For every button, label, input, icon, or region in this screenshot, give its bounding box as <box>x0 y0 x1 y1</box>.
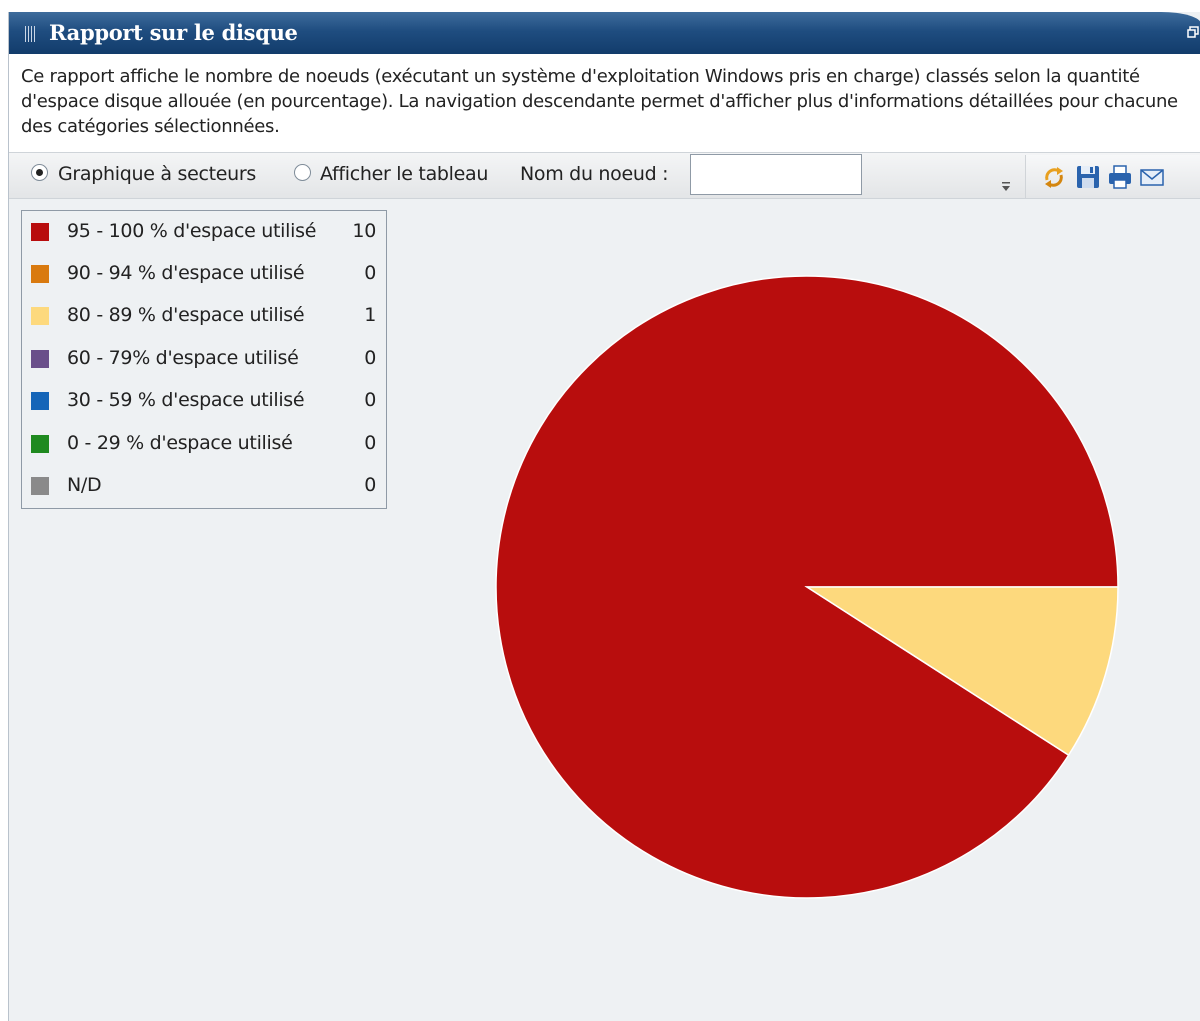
legend-item[interactable]: 0 - 29 % d'espace utilisé 0 <box>22 429 386 459</box>
legend-swatch <box>31 223 49 241</box>
pie-chart[interactable] <box>487 267 1127 907</box>
legend-count: 1 <box>364 304 376 326</box>
table-view-radio[interactable] <box>294 164 311 181</box>
legend-label: 60 - 79% d'espace utilisé <box>67 347 299 369</box>
node-name-input[interactable] <box>690 154 862 195</box>
legend-count: 0 <box>364 347 376 369</box>
legend-item[interactable]: 60 - 79% d'espace utilisé 0 <box>22 344 386 374</box>
refresh-icon[interactable] <box>1040 163 1068 191</box>
save-icon[interactable] <box>1074 163 1102 191</box>
legend-item[interactable]: N/D 0 <box>22 471 386 501</box>
legend-swatch <box>31 307 49 325</box>
legend-swatch <box>31 265 49 283</box>
email-icon[interactable] <box>1138 163 1166 191</box>
legend-label: 80 - 89 % d'espace utilisé <box>67 304 305 326</box>
drag-grip-icon[interactable] <box>25 26 37 42</box>
disk-report-window: Rapport sur le disque Ce rapport affiche… <box>8 12 1200 1021</box>
report-description: Ce rapport affiche le nombre de noeuds (… <box>9 54 1200 152</box>
legend-item[interactable]: 80 - 89 % d'espace utilisé 1 <box>22 301 386 331</box>
legend-label: 0 - 29 % d'espace utilisé <box>67 432 293 454</box>
legend-item[interactable]: 30 - 59 % d'espace utilisé 0 <box>22 386 386 416</box>
legend-label: 95 - 100 % d'espace utilisé <box>67 220 317 242</box>
legend-count: 0 <box>364 262 376 284</box>
legend-item[interactable]: 90 - 94 % d'espace utilisé 0 <box>22 259 386 289</box>
legend-count: 0 <box>364 432 376 454</box>
print-icon[interactable] <box>1106 163 1134 191</box>
legend-count: 0 <box>364 474 376 496</box>
dropdown-icon[interactable] <box>999 178 1013 194</box>
legend-label: N/D <box>67 474 102 496</box>
tool-panel <box>1025 155 1200 198</box>
table-view-label[interactable]: Afficher le tableau <box>320 163 488 185</box>
legend-swatch <box>31 350 49 368</box>
node-name-label: Nom du noeud : <box>520 163 669 185</box>
legend-label: 90 - 94 % d'espace utilisé <box>67 262 305 284</box>
legend-item[interactable]: 95 - 100 % d'espace utilisé 10 <box>22 217 386 247</box>
legend-label: 30 - 59 % d'espace utilisé <box>67 389 305 411</box>
legend-swatch <box>31 435 49 453</box>
legend-swatch <box>31 392 49 410</box>
window-title: Rapport sur le disque <box>49 20 298 45</box>
title-bar: Rapport sur le disque <box>9 12 1200 54</box>
chart-legend: 95 - 100 % d'espace utilisé 10 90 - 94 % d… <box>21 210 387 509</box>
legend-swatch <box>31 477 49 495</box>
report-toolbar: Graphique à secteurs Afficher le tableau… <box>9 152 1200 199</box>
pie-chart-label[interactable]: Graphique à secteurs <box>58 163 256 185</box>
legend-count: 10 <box>352 220 376 242</box>
legend-count: 0 <box>364 389 376 411</box>
pie-chart-radio[interactable] <box>31 164 48 181</box>
restore-window-icon[interactable] <box>1187 26 1199 38</box>
